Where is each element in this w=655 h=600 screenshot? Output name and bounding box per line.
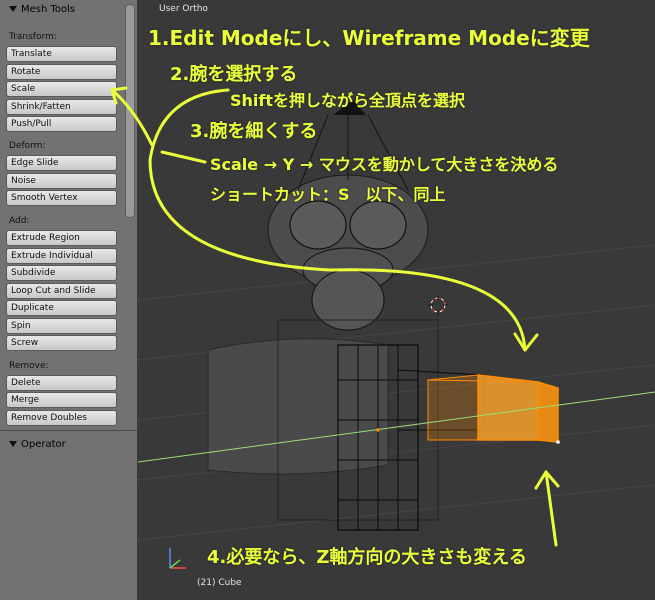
annotation-step2-detail: Shiftを押しながら全頂点を選択: [230, 91, 466, 110]
remove-doubles-button[interactable]: Remove Doubles: [6, 410, 117, 426]
annotation-step3: 3.腕を細くする: [190, 121, 318, 142]
extrude-region-button[interactable]: Extrude Region: [6, 230, 117, 246]
loop-cut-and-slide-button[interactable]: Loop Cut and Slide: [6, 283, 117, 299]
annotation-step4: 4.必要なら、Z軸方向の大きさも変える: [207, 547, 527, 568]
annotation-step3-detail: Scale → Y → マウスを動かして大きさを決める: [210, 155, 559, 174]
shrink-fatten-button[interactable]: Shrink/Fatten: [6, 99, 117, 115]
section-label-transform: Transform:: [9, 32, 57, 42]
merge-button[interactable]: Merge: [6, 392, 117, 408]
tool-shelf: Mesh Tools Transform: Translate Rotate S…: [0, 0, 138, 600]
subdivide-button[interactable]: Subdivide: [6, 265, 117, 281]
noise-button[interactable]: Noise: [6, 173, 117, 189]
3d-cursor-icon[interactable]: [428, 295, 448, 315]
annotation-step1: 1.Edit Modeにし、Wireframe Modeに変更: [148, 26, 590, 50]
panel-divider: [0, 430, 137, 431]
axis-gizmo-icon: [169, 548, 186, 569]
edge-slide-button[interactable]: Edge Slide: [6, 155, 117, 171]
mesh-tools-header[interactable]: Mesh Tools: [0, 2, 124, 18]
section-label-remove: Remove:: [9, 361, 49, 371]
scale-button[interactable]: Scale: [6, 81, 117, 97]
origin-dot: [376, 428, 380, 432]
spin-button[interactable]: Spin: [6, 318, 117, 334]
panel-scrollbar[interactable]: [125, 4, 135, 218]
mesh-tools-title: Mesh Tools: [21, 4, 76, 15]
smooth-vertex-button[interactable]: Smooth Vertex: [6, 190, 117, 206]
operator-title: Operator: [21, 439, 66, 450]
push-pull-button[interactable]: Push/Pull: [6, 116, 117, 132]
operator-header[interactable]: Operator: [0, 437, 124, 453]
screw-button[interactable]: Screw: [6, 335, 117, 351]
delete-button[interactable]: Delete: [6, 375, 117, 391]
selected-arm[interactable]: [427, 374, 560, 444]
annotation-step3-shortcut: ショートカット：S 以下、同上: [210, 185, 446, 204]
duplicate-button[interactable]: Duplicate: [6, 300, 117, 316]
rotate-button[interactable]: Rotate: [6, 64, 117, 80]
translate-button[interactable]: Translate: [6, 46, 117, 62]
collapse-triangle-icon[interactable]: [9, 6, 17, 12]
annotation-step2: 2.腕を選択する: [170, 64, 298, 85]
collapse-triangle-icon[interactable]: [9, 441, 17, 447]
section-label-add: Add:: [9, 216, 30, 226]
extrude-individual-button[interactable]: Extrude Individual: [6, 248, 117, 264]
object-info-label: (21) Cube: [197, 578, 242, 588]
section-label-deform: Deform:: [9, 141, 46, 151]
